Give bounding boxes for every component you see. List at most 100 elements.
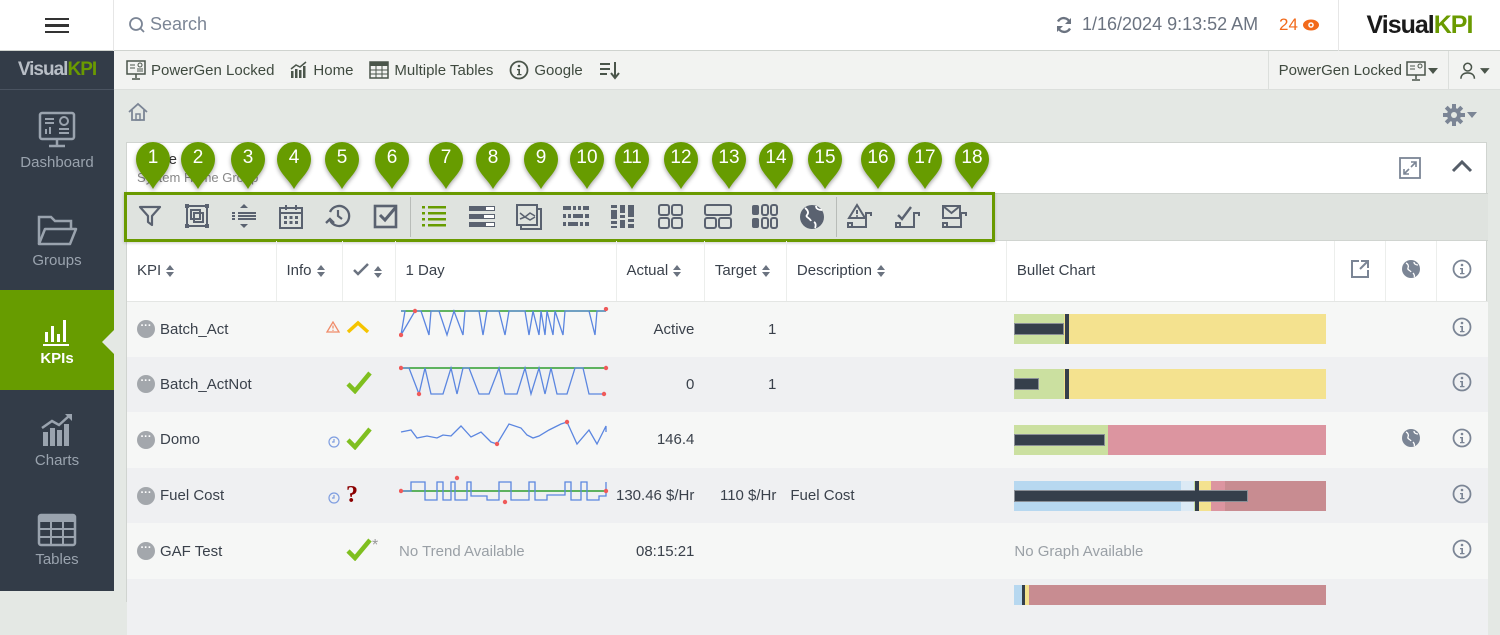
bookmark-powergen-locked[interactable]: PowerGen Locked — [126, 60, 274, 80]
filter-button[interactable] — [127, 195, 174, 239]
collapse-panel-button[interactable] — [1451, 159, 1473, 178]
kpi-name[interactable]: Domo — [160, 431, 200, 448]
history-button[interactable] — [316, 195, 363, 239]
bookmark-google[interactable]: Google — [509, 60, 583, 80]
email-report-button[interactable] — [931, 195, 978, 239]
column-header-map[interactable] — [1385, 241, 1437, 302]
tiles-medium-button[interactable] — [694, 195, 741, 239]
watch-alerts-button[interactable]: 24 — [1279, 15, 1320, 35]
vertical-view-icon — [611, 205, 635, 228]
row-spacing-button[interactable] — [221, 195, 268, 239]
column-header-trend[interactable]: 1 Day — [395, 241, 617, 302]
table-icon — [369, 61, 390, 79]
map-view-button[interactable] — [789, 195, 836, 239]
table-row[interactable]: ··· Batch_ActNot 0 1 — [127, 356, 1488, 413]
menu-button[interactable] — [0, 0, 114, 51]
bookmark-multiple-tables[interactable]: Multiple Tables — [369, 61, 493, 79]
column-header-open[interactable] — [1334, 241, 1386, 302]
trend-up-chevron-icon — [346, 320, 370, 334]
trend-view-button[interactable] — [506, 195, 553, 239]
compact-view-button[interactable] — [553, 195, 600, 239]
kpi-cell[interactable]: ··· Batch_ActNot — [127, 356, 276, 413]
bars-view-button[interactable] — [458, 195, 505, 239]
bullet-cell[interactable] — [1006, 412, 1335, 468]
kpi-cell[interactable]: ··· Fuel Cost — [127, 467, 276, 524]
kpi-cell[interactable]: ··· Domo — [127, 412, 276, 468]
sidebar-item-kpis[interactable]: KPIs — [0, 290, 114, 390]
kpi-name[interactable]: Batch_ActNot — [160, 376, 252, 393]
more-options-icon[interactable]: ··· — [137, 430, 155, 449]
brand-logo[interactable]: Visual KPI — [1338, 0, 1500, 51]
user-menu-button[interactable] — [1448, 51, 1500, 90]
globe-icon[interactable] — [1401, 428, 1421, 448]
bullet-cell[interactable] — [1006, 467, 1335, 524]
bullet-cell[interactable] — [1006, 356, 1335, 413]
info-button[interactable] — [1436, 301, 1488, 357]
sidebar-item-dashboard[interactable]: Dashboard — [0, 90, 114, 190]
more-options-icon[interactable]: ··· — [137, 375, 155, 394]
column-header-kpi[interactable]: KPI — [127, 241, 277, 302]
column-header-actual[interactable]: Actual — [616, 241, 705, 302]
status-cell — [342, 412, 395, 468]
trend-cell[interactable]: No Trend Available — [395, 523, 616, 579]
info-button[interactable] — [1436, 523, 1488, 579]
ack-report-button[interactable] — [884, 195, 931, 239]
column-header-status[interactable] — [342, 241, 396, 302]
trend-cell[interactable] — [395, 467, 616, 524]
info-button[interactable] — [1436, 467, 1488, 524]
kpi-cell[interactable]: ··· Batch_Act — [127, 301, 276, 357]
expand-panel-button[interactable] — [1399, 157, 1421, 184]
refresh-button[interactable]: 1/16/2024 9:13:52 AM — [1054, 14, 1258, 35]
tiles-large-button[interactable] — [741, 195, 788, 239]
table-row[interactable]: ··· GAF Test * No Trend Available 08:15:2… — [127, 523, 1488, 579]
search-input[interactable]: Search — [128, 14, 207, 35]
sidebar-item-charts[interactable]: Charts — [0, 390, 114, 490]
dashboard-icon — [126, 60, 146, 80]
list-view-button[interactable] — [411, 195, 458, 239]
header-label: Target — [714, 262, 757, 280]
bullet-cell[interactable] — [1006, 301, 1335, 357]
sidebar-item-groups[interactable]: Groups — [0, 190, 114, 290]
description-value — [786, 356, 1007, 413]
caret-down-icon — [1428, 67, 1438, 74]
profile-dashboard-dropdown[interactable]: PowerGen Locked — [1267, 51, 1448, 90]
sort-bookmarks-button[interactable] — [599, 60, 626, 80]
column-header-description[interactable]: Description — [786, 241, 1007, 302]
trend-cell[interactable] — [395, 412, 616, 468]
map-cell[interactable] — [1385, 412, 1437, 468]
table-row[interactable] — [127, 578, 1488, 635]
status-cell — [342, 356, 395, 413]
info-cell — [276, 467, 342, 524]
check-box-button[interactable] — [363, 195, 410, 239]
more-options-icon[interactable]: ··· — [137, 486, 155, 505]
trend-cell[interactable] — [395, 356, 616, 413]
table-row[interactable]: ··· Batch_Act Active 1 — [127, 301, 1488, 357]
header-label: Bullet Chart — [1016, 262, 1096, 280]
info-button[interactable] — [1436, 356, 1488, 413]
column-header-target[interactable]: Target — [704, 241, 787, 302]
column-header-info[interactable]: Info — [276, 241, 343, 302]
more-options-icon[interactable]: ··· — [137, 542, 155, 561]
calendar-button[interactable] — [269, 195, 316, 239]
alert-report-button[interactable] — [837, 195, 884, 239]
panel-subtitle: System Home Group — [137, 170, 259, 185]
sidebar-item-tables[interactable]: Tables — [0, 490, 114, 590]
home-breadcrumb[interactable] — [127, 102, 149, 127]
table-row[interactable]: ··· Fuel Cost ? 130.46 $/Hr 110 $/Hr Fuel… — [127, 467, 1488, 524]
kpi-cell[interactable]: ··· GAF Test — [127, 523, 276, 579]
question-icon: ? — [346, 482, 358, 509]
trend-cell[interactable] — [395, 301, 616, 357]
bullet-cell[interactable]: No Graph Available — [1006, 523, 1335, 579]
more-options-icon[interactable]: ··· — [137, 320, 155, 339]
select-area-button[interactable] — [174, 195, 221, 239]
kpi-name[interactable]: Batch_Act — [160, 321, 228, 338]
kpi-name[interactable]: GAF Test — [160, 543, 222, 560]
kpi-name[interactable]: Fuel Cost — [160, 487, 224, 504]
column-header-info-icon[interactable] — [1436, 241, 1488, 302]
tiles-small-button[interactable] — [647, 195, 694, 239]
vertical-view-button[interactable] — [600, 195, 647, 239]
table-row[interactable]: ··· Domo 146.4 — [127, 412, 1488, 468]
settings-menu-button[interactable] — [1443, 104, 1477, 126]
info-button[interactable] — [1436, 412, 1488, 468]
bookmark-home[interactable]: Home — [290, 61, 353, 79]
